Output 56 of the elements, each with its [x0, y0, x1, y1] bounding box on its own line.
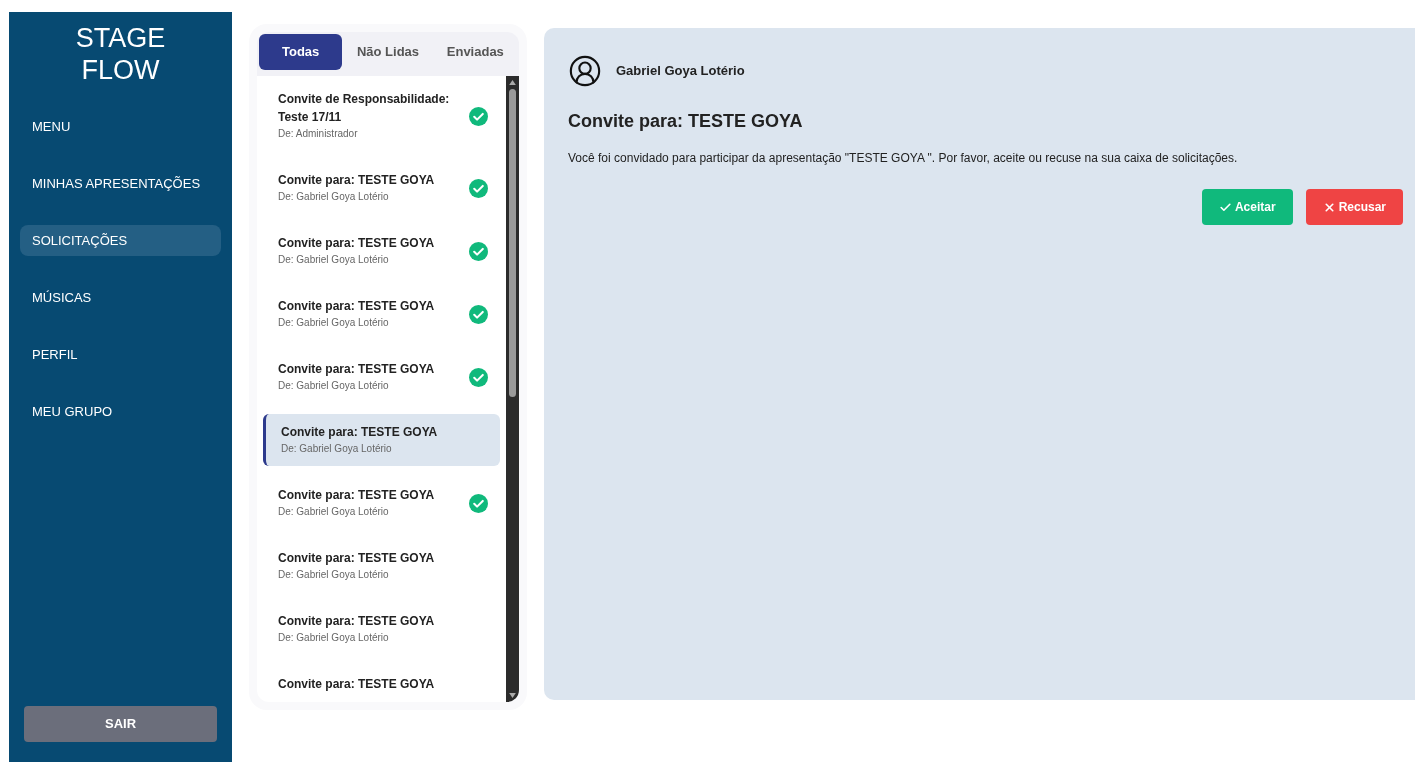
message-title: Convite para: TESTE GOYA [278, 361, 436, 378]
message-title: Convite para: TESTE GOYA [278, 235, 436, 252]
check-circle-icon [469, 106, 488, 126]
message-title: Convite para: TESTE GOYA [278, 550, 436, 567]
message-sender: De: Gabriel Goya Lotério [278, 631, 390, 645]
decline-button[interactable]: Recusar [1305, 189, 1403, 225]
check-circle-icon [469, 241, 488, 261]
message-item[interactable]: Convite para: TESTE GOYA De: Gabriel Goya Lotério [263, 351, 500, 403]
message-heading: Convite para: TESTE GOYA [568, 110, 804, 133]
tab[interactable]: Enviadas [433, 34, 517, 70]
scroll-down-icon[interactable] [509, 693, 516, 698]
user-avatar-icon [568, 54, 602, 88]
app-logo: STAGE FLOW [74, 22, 167, 86]
message-sender: De: Administrador [278, 127, 359, 141]
check-circle-icon [469, 304, 488, 324]
message-item[interactable]: Convite para: TESTE GOYA De: Gabriel Goya Lotério [263, 288, 500, 340]
nav-item[interactable]: PERFIL [20, 339, 221, 370]
message-item[interactable]: Convite para: TESTE GOYA De: Gabriel Goya Lotério [263, 414, 500, 466]
nav-item[interactable]: MEU GRUPO [20, 396, 221, 427]
message-title: Convite para: TESTE GOYA [278, 676, 436, 693]
message-sender: De: Gabriel Goya Lotério [278, 253, 390, 267]
message-body: Você foi convidado para participar da apresentação "TESTE GOYA ". Por favor, aceite ou recuse na sua caixa de solicitações. [568, 150, 1239, 167]
check-icon [1218, 200, 1232, 214]
message-sender: De: Gabriel Goya Lotério [278, 190, 390, 204]
scroll-up-icon[interactable] [509, 80, 516, 85]
nav-item[interactable]: MÚSICAS [20, 282, 221, 313]
message-sender: De: Gabriel Goya Lotério [278, 568, 390, 582]
message-title: Convite de Responsabilidade: Teste 17/11 [278, 91, 451, 126]
message-item[interactable]: Convite para: TESTE GOYA De: Gabriel Goya Lotério [263, 540, 500, 592]
scrollbar-thumb[interactable] [509, 89, 516, 397]
message-sender: De: Gabriel Goya Lotério [278, 379, 390, 393]
message-item[interactable]: Convite para: TESTE GOYA De: Gabriel Goya Lotério [263, 603, 500, 655]
message-item[interactable]: Convite para: TESTE GOYA De: Gabriel Goya Lotério [263, 477, 500, 529]
message-item[interactable]: Convite para: TESTE GOYA De: Gabriel Goya Lotério [263, 225, 500, 277]
close-icon [1322, 200, 1336, 214]
tab[interactable]: Todas [259, 34, 343, 70]
message-item[interactable]: Convite para: TESTE GOYA De: Gabriel Goya Lotério [263, 162, 500, 214]
message-title: Convite para: TESTE GOYA [278, 487, 436, 504]
check-circle-icon [469, 367, 488, 387]
message-sender: De: Gabriel Goya Lotério [278, 316, 390, 330]
check-circle-icon [469, 493, 488, 513]
message-sender: De: Gabriel Goya Lotério [281, 442, 393, 456]
check-circle-icon [469, 178, 488, 198]
message-title: Convite para: TESTE GOYA [278, 298, 436, 315]
message-item[interactable]: Convite para: TESTE GOYA [263, 666, 500, 702]
message-title: Convite para: TESTE GOYA [278, 613, 436, 630]
logout-button[interactable]: SAIR [24, 706, 217, 742]
message-sender: De: Gabriel Goya Lotério [278, 505, 390, 519]
tab[interactable]: Não Lidas [346, 34, 430, 70]
nav-item[interactable]: MENU [20, 111, 221, 142]
sender-name: Gabriel Goya Lotério [616, 62, 745, 81]
message-title: Convite para: TESTE GOYA [281, 424, 439, 441]
nav-item[interactable]: MINHAS APRESENTAÇÕES [20, 168, 221, 199]
nav-item[interactable]: SOLICITAÇÕES [20, 225, 221, 256]
message-title: Convite para: TESTE GOYA [278, 172, 436, 189]
message-item[interactable]: Convite de Responsabilidade: Teste 17/11 De: Administrador [263, 81, 500, 151]
